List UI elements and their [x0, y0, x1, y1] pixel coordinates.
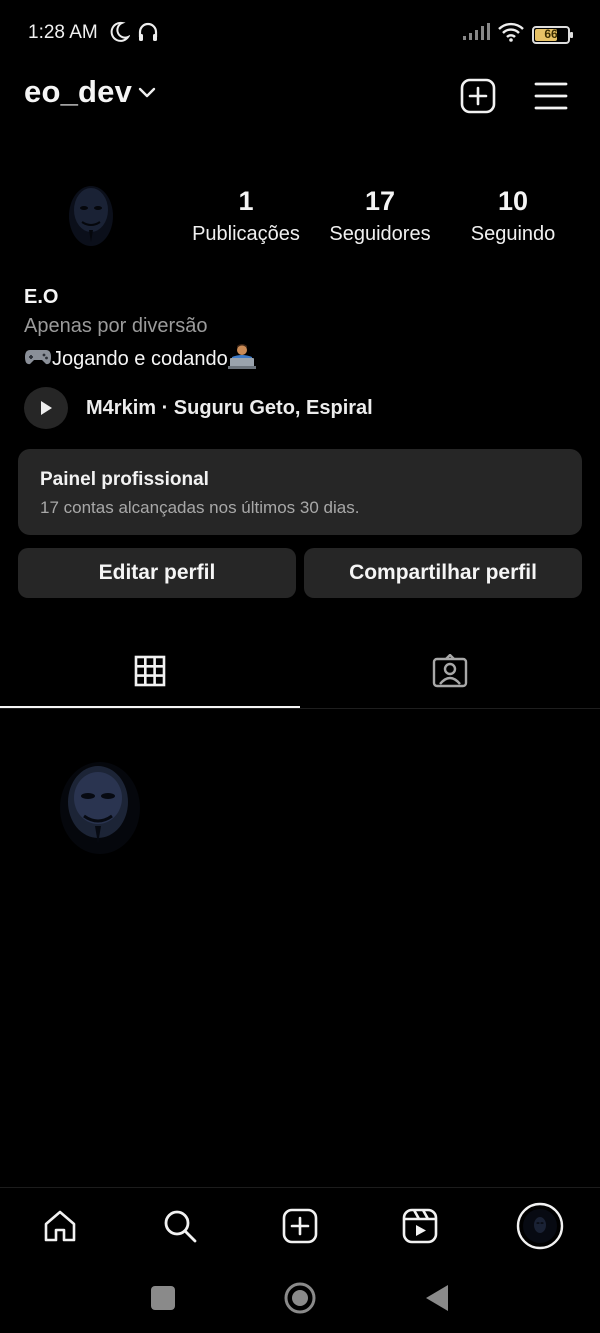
- do-not-disturb-moon-icon: [108, 20, 131, 49]
- back-button[interactable]: [420, 1281, 454, 1315]
- game-controller-icon: [24, 345, 52, 373]
- stat-following[interactable]: 10 Seguindo: [453, 186, 573, 246]
- bio-line: Jogando e codando: [24, 343, 256, 375]
- profile-avatar-icon: [516, 1202, 564, 1250]
- reels-icon: [402, 1208, 438, 1244]
- stat-followers[interactable]: 17 Seguidores: [320, 186, 440, 246]
- share-profile-button[interactable]: Compartilhar perfil: [304, 548, 582, 598]
- stat-posts[interactable]: 1 Publicações: [186, 186, 306, 246]
- following-count: 10: [497, 186, 529, 216]
- profile-avatar[interactable]: [58, 180, 124, 250]
- professional-dashboard-card[interactable]: Painel profissional 17 contas alcançadas…: [18, 449, 582, 535]
- nav-search[interactable]: [158, 1204, 202, 1248]
- plus-square-icon: [460, 78, 496, 114]
- back-triangle-icon: [426, 1285, 448, 1311]
- display-name: E.O: [24, 286, 59, 308]
- status-time: 1:28 AM: [28, 22, 98, 43]
- chevron-down-icon[interactable]: [138, 86, 156, 104]
- tabs-divider: [0, 708, 600, 709]
- nav-create[interactable]: [278, 1204, 322, 1248]
- nav-profile[interactable]: [516, 1202, 564, 1250]
- tagged-icon: [432, 654, 468, 688]
- panel-title: Painel profissional: [40, 469, 209, 490]
- tab-tagged[interactable]: [300, 634, 600, 708]
- menu-button[interactable]: [531, 76, 571, 116]
- edit-profile-button[interactable]: Editar perfil: [18, 548, 296, 598]
- technologist-icon: [227, 343, 256, 375]
- system-navigation: [0, 1263, 600, 1333]
- search-icon: [164, 1210, 197, 1243]
- home-icon: [44, 1210, 76, 1242]
- recents-square-icon: [151, 1286, 175, 1310]
- profile-music[interactable]: M4rkim · Suguru Geto, Espiral: [24, 387, 373, 429]
- posts-count: 1: [238, 186, 254, 216]
- recents-button[interactable]: [146, 1281, 180, 1315]
- wifi-icon: [498, 22, 524, 47]
- panel-subtitle: 17 contas alcançadas nos últimos 30 dias…: [40, 498, 360, 517]
- followers-count: 17: [364, 186, 396, 216]
- grid-icon: [134, 655, 166, 687]
- hamburger-menu-icon: [534, 82, 568, 110]
- battery-level: 66: [544, 26, 558, 41]
- bio-text: Jogando e codando: [52, 347, 228, 370]
- play-icon: [41, 401, 52, 415]
- following-label: Seguindo: [470, 223, 556, 245]
- play-button[interactable]: [24, 387, 68, 429]
- followers-label: Seguidores: [329, 223, 431, 245]
- system-home-button[interactable]: [283, 1281, 317, 1315]
- profile-header: eo_dev: [0, 66, 600, 126]
- bottom-navigation: [0, 1187, 600, 1263]
- nav-home[interactable]: [38, 1204, 82, 1248]
- nav-reels[interactable]: [398, 1204, 442, 1248]
- headphones-icon: [136, 20, 160, 49]
- account-username[interactable]: eo_dev: [24, 74, 132, 110]
- music-track: M4rkim · Suguru Geto, Espiral: [86, 396, 373, 419]
- create-post-button[interactable]: [458, 76, 498, 116]
- battery-icon: 66: [532, 25, 573, 44]
- status-bar: 1:28 AM 66: [0, 0, 600, 66]
- bio-category: Apenas por diversão: [24, 315, 208, 337]
- home-circle-icon: [284, 1282, 316, 1314]
- create-icon: [282, 1208, 318, 1244]
- signal-icon: [462, 23, 490, 46]
- posts-label: Publicações: [192, 223, 300, 245]
- tab-posts-grid[interactable]: [0, 634, 300, 708]
- post-thumbnail[interactable]: [50, 760, 150, 860]
